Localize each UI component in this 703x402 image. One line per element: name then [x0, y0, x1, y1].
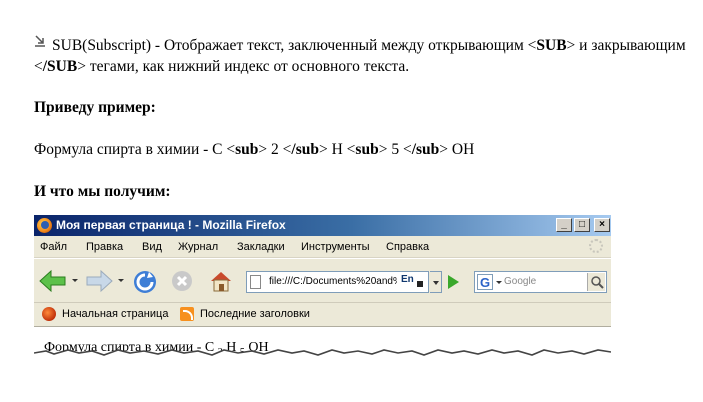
- navigation-toolbar: file:///C:/Documents%20and%20Settings En…: [34, 259, 611, 303]
- firefox-bookmark-icon: [42, 307, 56, 321]
- url-text[interactable]: file:///C:/Documents%20and%20Settings: [269, 276, 397, 287]
- description-text-3: > тегами, как нижний индекс от основного…: [77, 58, 410, 75]
- formula-text: Формула спирта в химии - С <: [34, 141, 236, 158]
- home-icon[interactable]: [208, 269, 234, 298]
- language-indicator: En: [401, 274, 414, 285]
- description-text-1: SUB(Subscript) - Отображает текст, заклю…: [52, 37, 537, 54]
- sub-close-tag: /SUB: [42, 58, 78, 75]
- stop-icon[interactable]: [170, 269, 194, 298]
- menu-history[interactable]: Журнал: [178, 241, 218, 253]
- maximize-button[interactable]: □: [574, 218, 590, 232]
- address-dropdown-button[interactable]: [430, 271, 442, 293]
- menu-bookmarks[interactable]: Закладки: [237, 241, 285, 253]
- search-box[interactable]: G Google: [474, 271, 607, 293]
- page-icon: [250, 275, 261, 289]
- go-icon[interactable]: [448, 275, 459, 289]
- back-dropdown-icon[interactable]: [72, 279, 78, 282]
- bookmark-latest-headlines[interactable]: Последние заголовки: [200, 308, 310, 320]
- reload-icon[interactable]: [132, 269, 158, 300]
- menu-view[interactable]: Вид: [142, 241, 162, 253]
- throbber-icon: [589, 239, 603, 253]
- example-heading: Приведу пример:: [34, 99, 156, 116]
- firefox-window-screenshot: Моя первая страница ! - Mozilla Firefox …: [34, 215, 611, 365]
- menu-help[interactable]: Справка: [386, 241, 429, 253]
- forward-dropdown-icon[interactable]: [118, 279, 124, 282]
- formula-tag: sub: [355, 141, 379, 158]
- search-engine-dropdown-icon[interactable]: [496, 281, 502, 284]
- menu-file[interactable]: Файл: [40, 241, 67, 253]
- menu-edit[interactable]: Правка: [86, 241, 123, 253]
- back-icon[interactable]: [38, 269, 68, 298]
- formula-tag: /sub: [291, 141, 319, 158]
- torn-edge: [34, 349, 611, 365]
- firefox-icon: [37, 218, 52, 233]
- formula-text: > ОН: [439, 141, 475, 158]
- formula-text: > 2 <: [258, 141, 292, 158]
- subscript-description: SUB(Subscript) - Отображает текст, заклю…: [34, 35, 694, 77]
- search-icon[interactable]: [587, 273, 605, 291]
- search-placeholder[interactable]: Google: [504, 276, 536, 287]
- bookmark-home-page[interactable]: Начальная страница: [62, 308, 168, 320]
- menu-tools[interactable]: Инструменты: [301, 241, 370, 253]
- google-icon[interactable]: G: [477, 274, 493, 290]
- formula-text: > Н <: [318, 141, 356, 158]
- result-heading: И что мы получим:: [34, 183, 171, 200]
- formula-tag: sub: [235, 141, 259, 158]
- title-bar: Моя первая страница ! - Mozilla Firefox …: [34, 215, 611, 236]
- formula-tag: /sub: [411, 141, 440, 158]
- formula-source: Формула спирта в химии - С <sub> 2 </sub…: [34, 139, 474, 160]
- minimize-button[interactable]: _: [556, 218, 572, 232]
- rss-icon: [180, 307, 194, 321]
- window-title: Моя первая страница ! - Mozilla Firefox: [56, 218, 286, 232]
- menu-bar: Файл Правка Вид Журнал Закладки Инструме…: [34, 236, 611, 258]
- lock-icon: [417, 281, 423, 287]
- address-bar[interactable]: file:///C:/Documents%20and%20Settings En: [246, 271, 429, 293]
- bookmarks-toolbar: Начальная страница Последние заголовки: [34, 303, 611, 327]
- forward-icon[interactable]: [84, 269, 114, 298]
- sub-open-tag: SUB: [536, 37, 567, 54]
- formula-text: > 5 <: [378, 141, 412, 158]
- subscript-mark-icon: [34, 32, 46, 47]
- close-button[interactable]: ×: [594, 218, 610, 232]
